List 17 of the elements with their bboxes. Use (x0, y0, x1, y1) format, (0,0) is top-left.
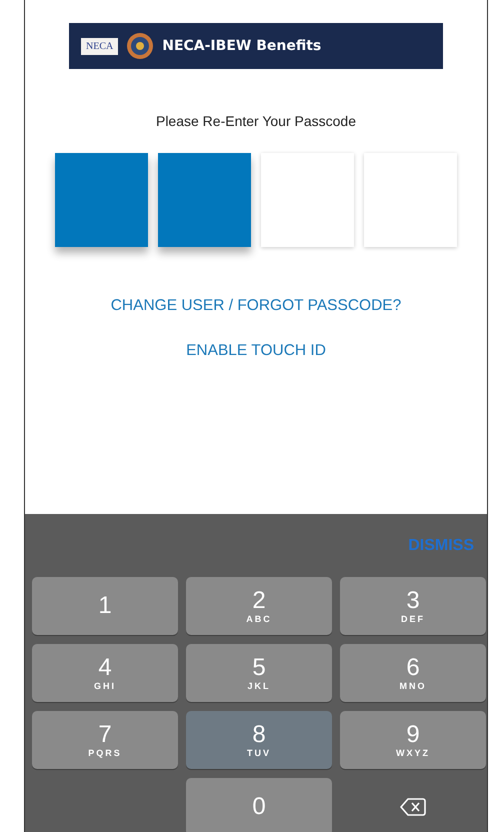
text-link[interactable]: ENABLE TOUCH ID (186, 342, 326, 360)
number-key[interactable]: 8 TUV (186, 711, 332, 769)
number-key[interactable]: 0 (186, 778, 332, 832)
banner-title: NECA-IBEW Benefits (162, 38, 322, 54)
number-key[interactable]: 6 MNO (340, 644, 486, 702)
neca-logo: NECA (81, 38, 118, 54)
passcode-prompt: Please Re-Enter Your Passcode (156, 113, 356, 129)
number-key[interactable]: 2 ABC (186, 577, 332, 635)
text-link[interactable]: CHANGE USER / FORGOT PASSCODE? (110, 297, 402, 315)
number-key[interactable]: 5 JKL (186, 644, 332, 702)
number-key[interactable]: 1 (32, 577, 178, 635)
number-key[interactable]: 3 DEF (340, 577, 486, 635)
backspace-icon[interactable] (400, 797, 426, 817)
number-key[interactable]: 7 PQRS (32, 711, 178, 769)
seal-icon (126, 32, 154, 60)
number-key[interactable]: 9 WXYZ (340, 711, 486, 769)
number-key[interactable]: 4 GHI (32, 644, 178, 702)
